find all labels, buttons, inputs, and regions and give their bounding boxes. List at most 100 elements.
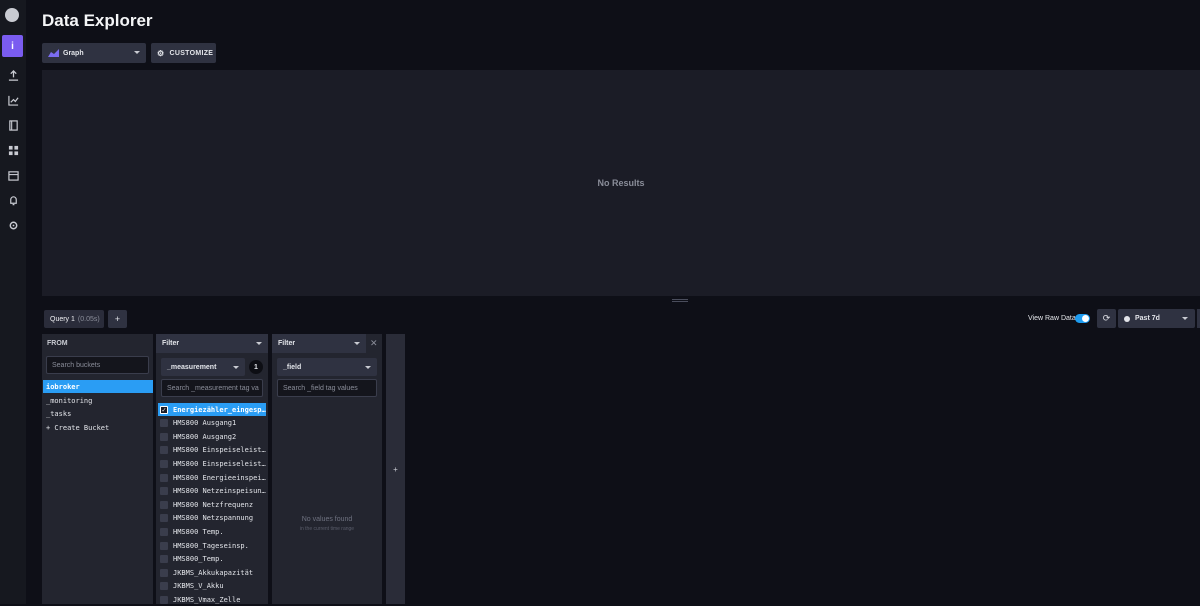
bucket-item[interactable]: _monitoring (43, 394, 153, 407)
tag-value-item[interactable]: JKBMS_Akkukapazität (158, 566, 266, 579)
chevron-down-icon (134, 51, 140, 54)
tag-value-label: HMS800 Ausgang2 (173, 432, 237, 441)
chevron-down-icon (256, 342, 262, 345)
selected-count-badge: 1 (249, 360, 263, 374)
close-icon[interactable]: ✕ (370, 338, 378, 349)
tag-value-label: HMS800 Energieeinspei… (173, 473, 266, 482)
view-type-dropdown[interactable]: Graph (42, 43, 146, 63)
query-time: (0.05s) (77, 315, 100, 323)
nav-alerts-bell-icon[interactable] (0, 189, 26, 211)
filter-function-dropdown[interactable]: Filter (272, 334, 366, 353)
filter-function-dropdown[interactable]: Filter (156, 334, 268, 353)
nav-upload-icon[interactable] (0, 64, 26, 86)
tag-key-dropdown[interactable]: _measurement (161, 358, 245, 376)
left-nav: i (0, 0, 26, 604)
checkbox-icon[interactable] (160, 582, 168, 591)
tag-value-item[interactable]: HMS800 Ausgang2 (158, 430, 266, 443)
tag-value-item[interactable]: HMS800 Netzeinspeisun… (158, 485, 266, 498)
tag-value-item[interactable]: HMS800_Temp. (158, 553, 266, 566)
nav-tasks-calendar-icon[interactable] (0, 164, 26, 186)
create-bucket-link[interactable]: + Create Bucket (43, 421, 153, 434)
chevron-down-icon (354, 342, 360, 345)
view-raw-data-toggle[interactable] (1075, 314, 1090, 323)
add-filter-button[interactable]: + (386, 334, 405, 604)
tag-value-label: JKBMS_Akkukapazität (173, 568, 254, 577)
no-results-message: No Results (597, 178, 645, 188)
search-buckets-input[interactable]: Search buckets (46, 356, 149, 374)
bucket-item[interactable]: iobroker (43, 380, 153, 393)
filter-panel-field: Filter _field Search _field tag values N… (272, 334, 382, 604)
clock-icon (1124, 315, 1130, 322)
checkbox-icon[interactable] (160, 487, 168, 496)
query-tab-label: Query 1 (50, 315, 75, 323)
empty-state-subtitle: in the current time range (299, 526, 355, 532)
checkbox-checked-icon[interactable]: ✓ (160, 405, 168, 414)
time-range-label: Past 7d (1135, 315, 1160, 322)
tag-value-item[interactable]: HMS800 Netzfrequenz (158, 498, 266, 511)
tag-value-label: HMS800 Einspeiseleist… (173, 446, 266, 455)
checkbox-icon[interactable] (160, 473, 168, 482)
tag-value-item[interactable]: HMS800 Temp. (158, 525, 266, 538)
tag-value-item[interactable]: HMS800_Tageseinsp. (158, 539, 266, 552)
tag-value-label: HMS800 Temp. (173, 527, 224, 536)
checkbox-icon[interactable] (160, 555, 168, 564)
tag-value-label: HMS800_Temp. (173, 555, 224, 564)
tag-value-item[interactable]: HMS800 Energieeinspei… (158, 471, 266, 484)
tag-value-label: HMS800_Tageseinsp. (173, 541, 249, 550)
checkbox-icon[interactable] (160, 541, 168, 550)
checkbox-icon[interactable] (160, 432, 168, 441)
checkbox-icon[interactable] (160, 595, 168, 604)
tag-value-label: HMS800 Einspeiseleist… (173, 459, 266, 468)
tag-value-label: HMS800 Netzeinspeisun… (173, 487, 266, 496)
nav-dashboards-icon[interactable] (0, 139, 26, 161)
tag-value-label: JKBMS_V_Akku (173, 582, 224, 591)
tag-value-item[interactable]: JKBMS_V_Akku (158, 580, 266, 593)
nav-graph-icon[interactable] (0, 89, 26, 111)
chevron-down-icon (1182, 317, 1188, 320)
checkbox-icon[interactable] (160, 527, 168, 536)
customize-label: CUSTOMIZE (169, 49, 214, 57)
nav-notebook-icon[interactable] (0, 114, 26, 136)
tag-value-item[interactable]: HMS800 Ausgang1 (158, 417, 266, 430)
tag-value-item[interactable]: HMS800 Netzspannung (158, 512, 266, 525)
nav-settings-gear-icon[interactable] (0, 214, 26, 236)
refresh-icon: ⟳ (1102, 313, 1111, 323)
tag-value-item[interactable]: ✓ Energiezähler_eingesp… (158, 403, 266, 416)
tag-value-label: Energiezähler_eingesp… (173, 405, 266, 414)
tag-value-item[interactable]: HMS800 Einspeiseleist… (158, 444, 266, 457)
gear-icon: ⚙ (157, 48, 165, 58)
tag-key-label: _field (283, 363, 302, 371)
tag-value-label: HMS800 Ausgang1 (173, 419, 237, 428)
influx-logo-icon[interactable] (5, 8, 19, 22)
filter-header-label: Filter (162, 340, 180, 347)
resize-handle[interactable] (672, 299, 688, 302)
search-field-input[interactable]: Search _field tag values (277, 379, 377, 397)
chevron-down-icon (233, 366, 239, 369)
add-query-button[interactable]: + (108, 310, 127, 328)
graph-type-icon (48, 49, 59, 57)
query-tab[interactable]: Query 1 (0.05s) (44, 310, 104, 328)
nav-data-explorer[interactable]: i (2, 35, 23, 57)
checkbox-icon[interactable] (160, 419, 168, 428)
checkbox-icon[interactable] (160, 568, 168, 577)
customize-button[interactable]: ⚙ CUSTOMIZE (151, 43, 216, 63)
tag-value-label: HMS800 Netzfrequenz (173, 500, 254, 509)
checkbox-icon[interactable] (160, 459, 168, 468)
filter-panel-measurement: Filter _measurement 1 Search _measuremen… (156, 334, 268, 604)
tag-value-label: HMS800 Netzspannung (173, 514, 254, 523)
tag-value-item[interactable]: HMS800 Einspeiseleist… (158, 457, 266, 470)
results-panel: No Results (42, 70, 1200, 296)
time-range-dropdown[interactable]: Past 7d (1118, 309, 1195, 328)
checkbox-icon[interactable] (160, 500, 168, 509)
view-type-label: Graph (63, 49, 84, 57)
search-measurement-input[interactable]: Search _measurement tag va (161, 379, 263, 397)
checkbox-icon[interactable] (160, 446, 168, 455)
tag-value-label: JKBMS_Vmax_Zelle (173, 595, 241, 604)
checkbox-icon[interactable] (160, 514, 168, 523)
tag-value-item[interactable]: JKBMS_Vmax_Zelle (158, 593, 266, 606)
bucket-item[interactable]: _tasks (43, 407, 153, 420)
from-header: FROM (47, 340, 68, 347)
refresh-button[interactable]: ⟳ (1097, 309, 1116, 328)
tag-key-dropdown[interactable]: _field (277, 358, 377, 376)
chevron-down-icon (365, 366, 371, 369)
